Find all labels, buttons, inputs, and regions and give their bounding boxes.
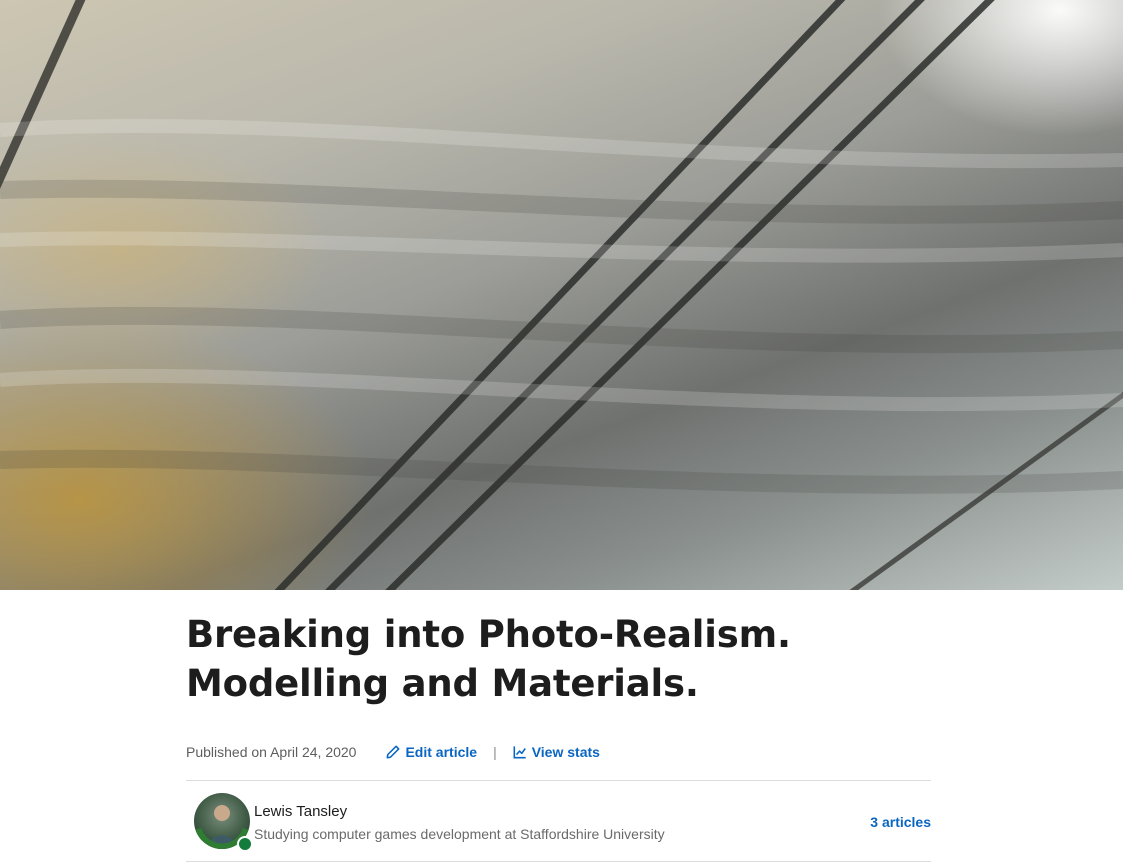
published-date: Published on April 24, 2020 <box>186 744 357 760</box>
article-title: Breaking into Photo-Realism. Modelling a… <box>186 590 931 708</box>
article-header: Breaking into Photo-Realism. Modelling a… <box>186 590 931 862</box>
cover-image <box>0 0 1123 590</box>
meta-separator: | <box>493 744 497 760</box>
edit-article-link[interactable]: Edit article <box>386 744 477 760</box>
online-status-indicator <box>237 836 253 852</box>
author-name[interactable]: Lewis Tansley <box>254 803 347 820</box>
cover-image-art <box>0 0 1123 590</box>
article-title-line-2: Modelling and Materials. <box>186 662 699 705</box>
author-articles-link[interactable]: 3 articles <box>870 814 931 830</box>
view-stats-link[interactable]: View stats <box>513 744 600 760</box>
line-chart-icon <box>513 746 526 759</box>
edit-article-label: Edit article <box>405 744 478 760</box>
author-card: Lewis Tansley Studying computer games de… <box>186 780 931 862</box>
pencil-icon <box>386 745 400 759</box>
view-stats-label: View stats <box>531 744 600 760</box>
article-title-line-1: Breaking into Photo-Realism. <box>186 613 791 656</box>
article-meta: Published on April 24, 2020 Edit article… <box>186 741 931 763</box>
author-headline: Studying computer games development at S… <box>254 826 665 842</box>
